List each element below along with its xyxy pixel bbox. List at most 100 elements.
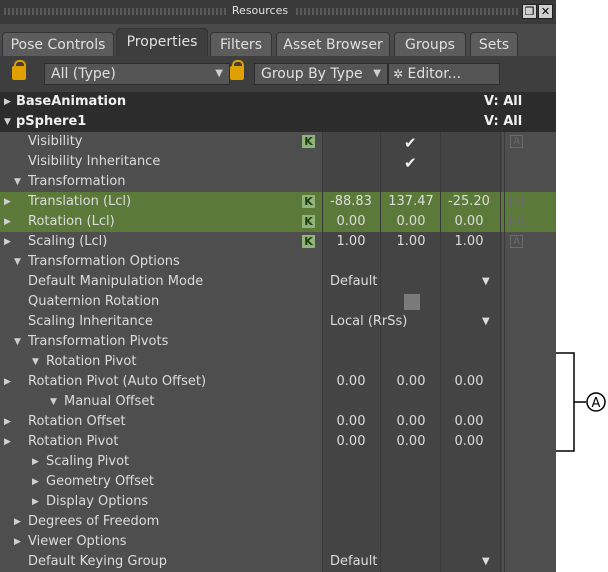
value-field-z[interactable]: 0.00 <box>440 212 498 232</box>
key-icon[interactable]: K <box>302 135 315 148</box>
object-header-row[interactable]: ▶ BaseAnimation V: All <box>0 92 556 112</box>
value-field-z[interactable]: 0.00 <box>440 372 498 392</box>
property-row[interactable]: ▶ Display Options <box>0 492 556 512</box>
tab-pose-controls[interactable]: Pose Controls <box>2 32 114 56</box>
value-field-x[interactable]: 0.00 <box>322 372 380 392</box>
value-field-x[interactable]: 1.00 <box>322 232 380 252</box>
property-row[interactable]: ▼ Rotation Pivot <box>0 352 556 372</box>
checkbox-checked[interactable]: ✔ <box>404 133 417 153</box>
value-field-z[interactable]: 0.00 <box>440 412 498 432</box>
property-row[interactable]: ▶ Rotation Offset 0.00 0.00 0.00 <box>0 412 556 432</box>
property-row[interactable]: Scaling Inheritance Local (RrSs) ▼ <box>0 312 556 332</box>
property-row[interactable]: Quaternion Rotation <box>0 292 556 312</box>
property-row[interactable]: ▼ Transformation Options <box>0 252 556 272</box>
column-separator <box>500 192 501 212</box>
animate-icon[interactable]: A <box>510 215 523 228</box>
expand-arrow-icon[interactable]: ▼ <box>14 332 21 352</box>
value-field-x[interactable]: 0.00 <box>322 432 380 452</box>
animate-icon[interactable]: A <box>510 195 523 208</box>
property-row[interactable]: Default Manipulation Mode Default ▼ <box>0 272 556 292</box>
value-field-x[interactable]: 0.00 <box>322 412 380 432</box>
tab-asset-browser[interactable]: Asset Browser <box>276 32 390 56</box>
value-field-y[interactable]: 1.00 <box>382 232 440 252</box>
chevron-down-icon[interactable]: ▼ <box>482 272 490 292</box>
group-by-dropdown[interactable]: Group By Type ▼ <box>254 63 388 85</box>
key-icon[interactable]: K <box>302 235 315 248</box>
expand-arrow-icon[interactable]: ▼ <box>50 392 57 412</box>
property-row[interactable]: ▼ Manual Offset <box>0 392 556 412</box>
property-dropdown[interactable]: Default <box>330 272 378 292</box>
collapse-arrow-icon[interactable]: ▶ <box>4 232 11 252</box>
property-row[interactable]: ▶ Rotation Pivot (Auto Offset) 0.00 0.00 0.0… <box>0 372 556 392</box>
tab-filters[interactable]: Filters <box>210 32 272 56</box>
close-icon[interactable]: ✕ <box>538 4 553 19</box>
property-row[interactable]: ▶ Degrees of Freedom <box>0 512 556 532</box>
collapse-arrow-icon[interactable]: ▶ <box>4 212 11 232</box>
property-row[interactable]: ▼ Transformation <box>0 172 556 192</box>
value-field-x[interactable]: 0.00 <box>322 212 380 232</box>
value-field-y[interactable]: 0.00 <box>382 212 440 232</box>
collapse-arrow-icon[interactable]: ▶ <box>32 492 39 512</box>
checkbox-unchecked[interactable] <box>404 294 420 310</box>
collapse-arrow-icon[interactable]: ▶ <box>4 412 11 432</box>
property-row[interactable]: ▶ Scaling (Lcl) K A 1.00 1.00 1.00 <box>0 232 556 252</box>
animate-icon[interactable]: A <box>510 235 523 248</box>
chevron-down-icon[interactable]: ▼ <box>482 312 490 332</box>
collapse-arrow-icon[interactable]: ▶ <box>14 512 21 532</box>
value-field-z[interactable]: -25.20 <box>440 192 498 212</box>
expand-arrow-icon[interactable]: ▼ <box>32 352 39 372</box>
collapse-arrow-icon[interactable]: ▶ <box>32 472 39 492</box>
object-header-row[interactable]: ▼ pSphere1 V: All <box>0 112 556 132</box>
lock-icon[interactable] <box>12 60 26 80</box>
property-row[interactable]: ▶ Viewer Options <box>0 532 556 552</box>
column-separator <box>380 132 381 152</box>
collapse-arrow-icon[interactable]: ▶ <box>4 192 11 212</box>
column-separator <box>504 372 505 392</box>
restore-icon[interactable]: ❐ <box>522 4 537 19</box>
collapse-arrow-icon[interactable]: ▶ <box>14 532 21 552</box>
expand-arrow-icon[interactable]: ▼ <box>4 112 11 132</box>
tab-groups[interactable]: Groups <box>394 32 466 56</box>
editor-button[interactable]: ✲ Editor... <box>388 63 500 85</box>
property-row[interactable]: ▶ Geometry Offset <box>0 472 556 492</box>
property-dropdown[interactable]: Default <box>330 552 378 572</box>
property-row[interactable]: ▶ Rotation Pivot 0.00 0.00 0.00 <box>0 432 556 452</box>
value-column <box>322 172 502 192</box>
property-label: Display Options <box>46 494 149 509</box>
property-row[interactable]: ▶ Rotation (Lcl) K A 0.00 0.00 0.00 <box>0 212 556 232</box>
collapse-arrow-icon[interactable]: ▶ <box>32 452 39 472</box>
expand-arrow-icon[interactable]: ▼ <box>14 252 21 272</box>
value-field-y[interactable]: 0.00 <box>382 372 440 392</box>
expand-arrow-icon[interactable]: ▼ <box>14 172 21 192</box>
column-separator <box>322 312 323 332</box>
value-field-y[interactable]: 137.47 <box>382 192 440 212</box>
collapse-arrow-icon[interactable]: ▶ <box>4 432 11 452</box>
value-field-y[interactable]: 0.00 <box>382 412 440 432</box>
value-field-x[interactable]: -88.83 <box>322 192 380 212</box>
chevron-down-icon[interactable]: ▼ <box>482 552 490 572</box>
property-dropdown[interactable]: Local (RrSs) <box>330 312 407 332</box>
title-bar[interactable]: Resources ❐ ✕ <box>0 0 556 24</box>
property-label: Scaling Inheritance <box>28 314 153 329</box>
key-icon[interactable]: K <box>302 195 315 208</box>
animate-icon[interactable]: A <box>510 135 523 148</box>
tab-properties[interactable]: Properties <box>116 28 208 56</box>
property-row[interactable]: ▼ Transformation Pivots <box>0 332 556 352</box>
property-row[interactable]: ▶ Scaling Pivot <box>0 452 556 472</box>
key-icon[interactable]: K <box>302 215 315 228</box>
collapse-arrow-icon[interactable]: ▶ <box>4 372 11 392</box>
property-row[interactable]: Visibility K A ✔ <box>0 132 556 152</box>
collapse-arrow-icon[interactable]: ▶ <box>4 92 11 112</box>
tab-sets[interactable]: Sets <box>470 32 518 56</box>
property-row[interactable]: Default Keying Group Default ▼ <box>0 552 556 572</box>
value-field-y[interactable]: 0.00 <box>382 432 440 452</box>
checkbox-checked[interactable]: ✔ <box>404 153 417 173</box>
lock-icon[interactable] <box>230 60 244 80</box>
property-row[interactable]: ▶ Translation (Lcl) K A -88.83 137.47 -25.20 <box>0 192 556 212</box>
property-label: Quaternion Rotation <box>28 294 160 309</box>
property-row[interactable]: Visibility Inheritance ✔ <box>0 152 556 172</box>
value-field-z[interactable]: 1.00 <box>440 232 498 252</box>
column-separator <box>504 412 505 432</box>
value-field-z[interactable]: 0.00 <box>440 432 498 452</box>
type-filter-dropdown[interactable]: All (Type) ▼ <box>44 63 230 85</box>
